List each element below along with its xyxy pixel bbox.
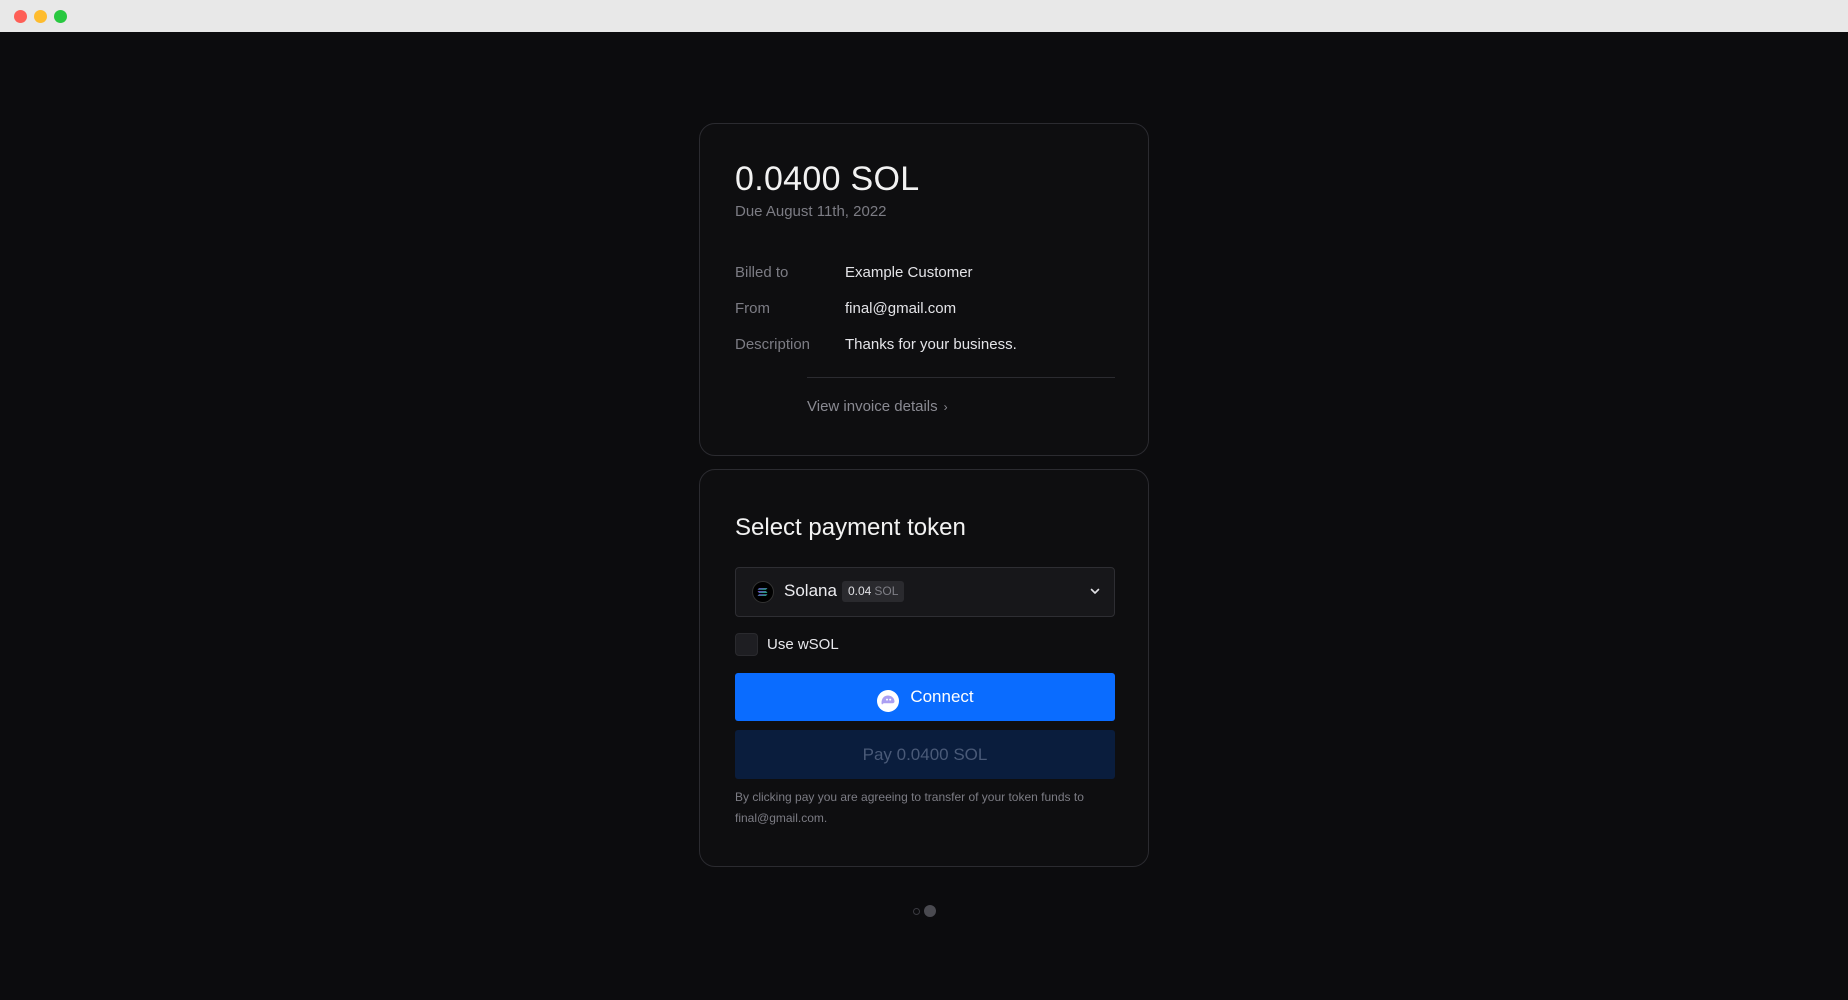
- select-payment-token-title: Select payment token: [735, 514, 966, 541]
- connect-button-content: Connect: [735, 673, 1115, 721]
- chevron-right-icon: ›: [943, 400, 948, 414]
- description-label: Description: [735, 336, 811, 353]
- from-label: From: [735, 300, 770, 317]
- connect-button-label: Connect: [910, 687, 974, 706]
- use-wsol-checkbox[interactable]: [735, 633, 758, 656]
- chevron-down-icon: [1088, 584, 1102, 598]
- view-invoice-details-link[interactable]: View invoice details ›: [807, 398, 948, 415]
- token-balance-amount: 0.04: [848, 584, 872, 598]
- billed-to-label: Billed to: [735, 264, 789, 281]
- description-value: Thanks for your business.: [845, 336, 1017, 353]
- invoice-due-date: Due August 11th, 2022: [735, 203, 887, 220]
- from-value: final@gmail.com: [845, 300, 957, 317]
- page-dot-1[interactable]: [913, 908, 920, 915]
- divider: [807, 377, 1115, 378]
- payment-token-select[interactable]: Solana 0.04 SOL: [735, 567, 1115, 617]
- invoice-summary-card: 0.0400 SOL Due August 11th, 2022 Billed …: [699, 123, 1149, 456]
- solana-icon: [752, 581, 774, 603]
- pay-button[interactable]: Pay 0.0400 SOL: [735, 730, 1115, 779]
- minimize-window-button[interactable]: [34, 10, 47, 23]
- connect-wallet-button[interactable]: Connect: [735, 673, 1115, 721]
- payment-card: Select payment token Solana 0.04 SOL Use…: [699, 469, 1149, 867]
- token-name: Solana: [784, 581, 837, 600]
- token-balance-unit: SOL: [874, 584, 899, 598]
- phantom-wallet-icon: [876, 684, 900, 713]
- pay-disclaimer-text: By clicking pay you are agreeing to tran…: [735, 790, 1084, 825]
- page-dot-2-active[interactable]: [924, 905, 936, 917]
- close-window-button[interactable]: [14, 10, 27, 23]
- page-indicator: [913, 905, 937, 917]
- view-invoice-details-label: View invoice details: [807, 398, 938, 415]
- use-wsol-label: Use wSOL: [767, 636, 839, 653]
- browser-window: 0.0400 SOL Due August 11th, 2022 Billed …: [0, 0, 1848, 1000]
- maximize-window-button[interactable]: [54, 10, 67, 23]
- invoice-amount: 0.0400 SOL: [735, 160, 920, 198]
- token-balance-badge: 0.04 SOL: [842, 581, 905, 602]
- billed-to-value: Example Customer: [845, 264, 973, 281]
- title-bar: [0, 0, 1848, 32]
